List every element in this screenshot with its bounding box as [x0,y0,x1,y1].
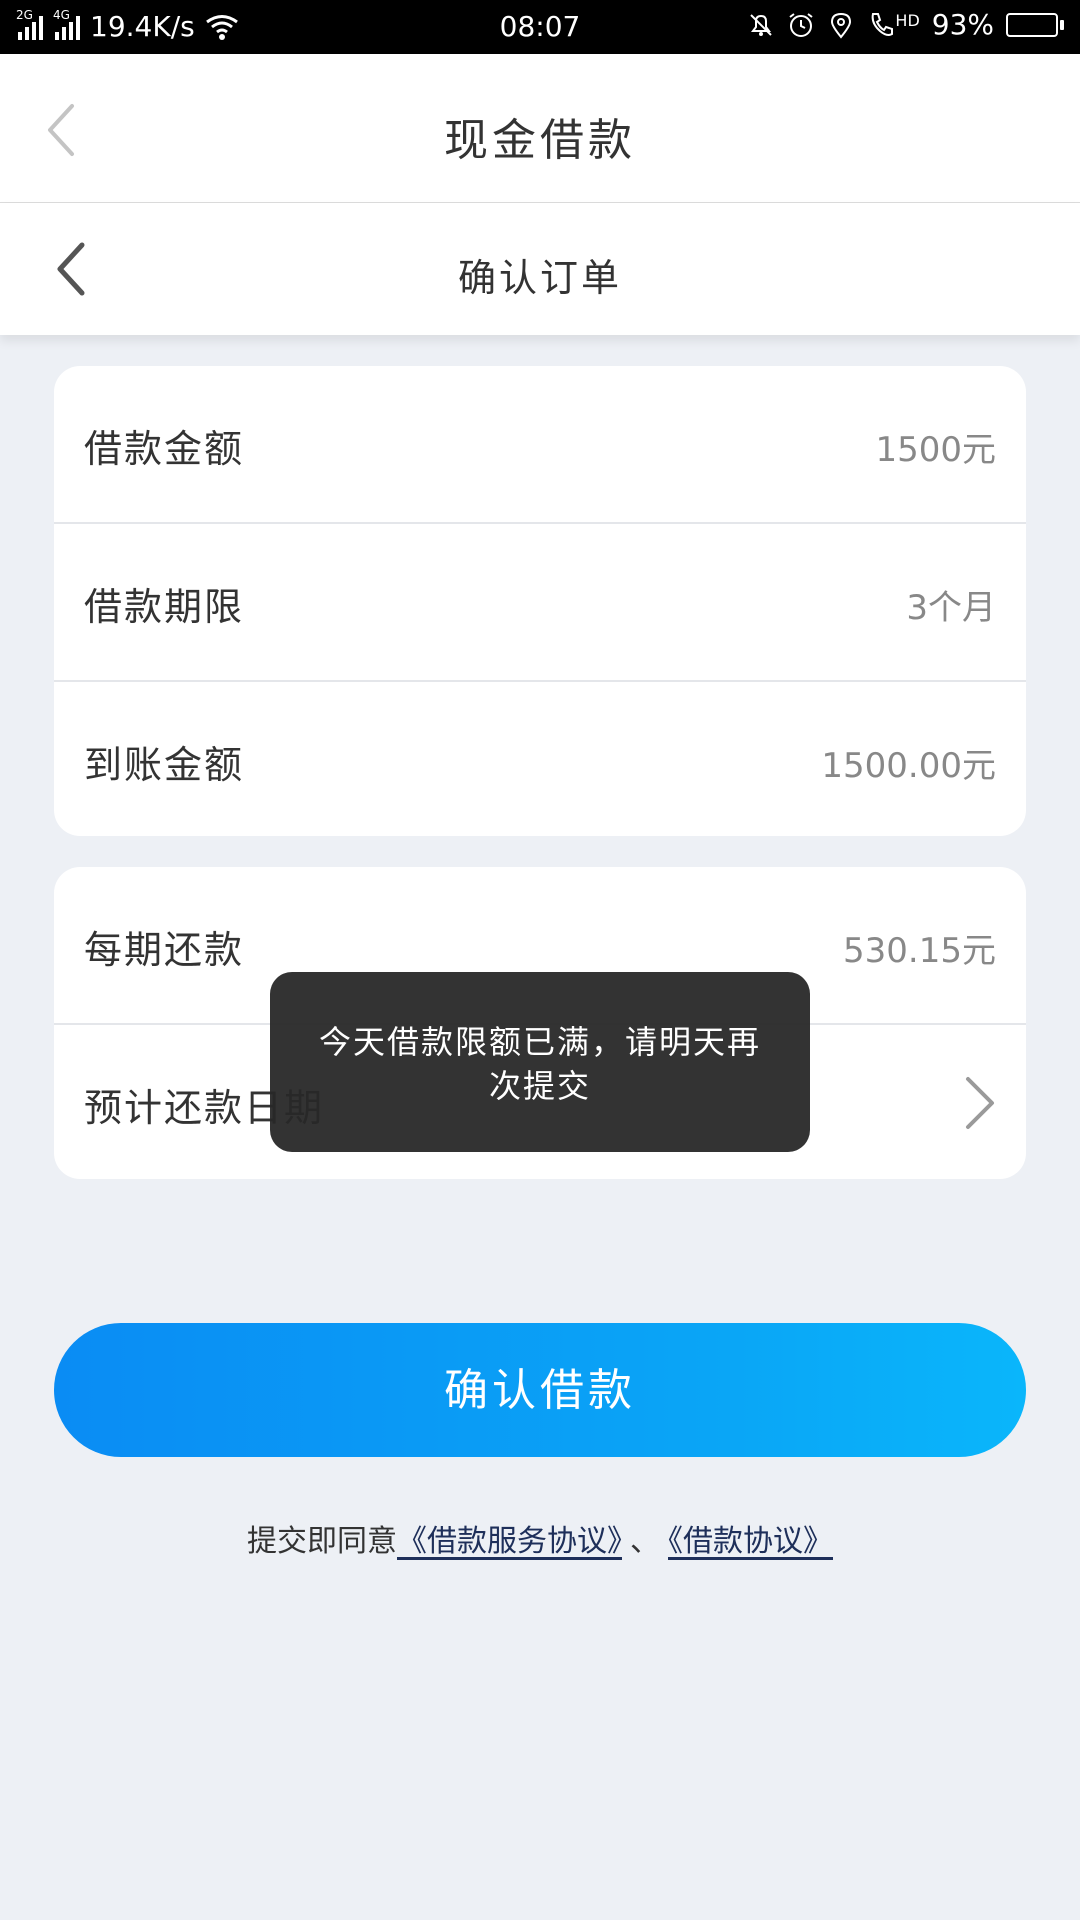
battery-icon [1006,12,1064,37]
loan-service-agreement-link[interactable]: 《借款服务协议》 [397,1524,622,1559]
agreement-text: 提交即同意《借款服务协议》、《借款协议》 [0,1516,1080,1560]
app-header: 现金借款 [0,54,1080,203]
status-bar: 2G 4G 19.4K/s 08:07 HD 93% [0,0,1080,54]
row-label: 借款期限 [84,585,245,629]
row-value: 1500.00元 [821,746,996,786]
row-value: 3个月 [906,588,996,628]
received-amount-row: 到账金额 1500.00元 [54,682,1026,836]
hd-label: HD [895,10,920,30]
agreement-separator: 、 [630,1524,660,1559]
row-value: 1500元 [875,430,996,470]
row-label: 借款金额 [84,427,245,471]
chevron-right-icon[interactable] [962,1073,998,1133]
status-right: HD 93% [747,8,1064,41]
page-title: 现金借款 [444,115,636,166]
row-label: 到账金额 [84,743,245,787]
bell-mute-icon [750,13,773,36]
row-label: 每期还款 [84,928,245,972]
location-icon [831,12,852,39]
loan-term-row: 借款期限 3个月 [54,524,1026,682]
loan-info-card: 借款金额 1500元 借款期限 3个月 到账金额 1500.00元 [54,366,1026,836]
phone-hd-icon: HD [867,10,920,39]
row-value: 530.15元 [843,931,996,971]
alarm-icon [789,12,814,37]
agreement-prefix: 提交即同意 [247,1524,397,1559]
sub-page-title: 确认订单 [457,256,622,300]
loan-agreement-link[interactable]: 《借款协议》 [668,1524,833,1559]
confirm-loan-button[interactable]: 确认借款 [54,1323,1026,1457]
loan-amount-row: 借款金额 1500元 [54,366,1026,524]
toast-message: 今天借款限额已满，请明天再次提交 [270,972,810,1152]
battery-percent: 93% [931,8,994,41]
sub-header: 确认订单 [0,203,1080,335]
